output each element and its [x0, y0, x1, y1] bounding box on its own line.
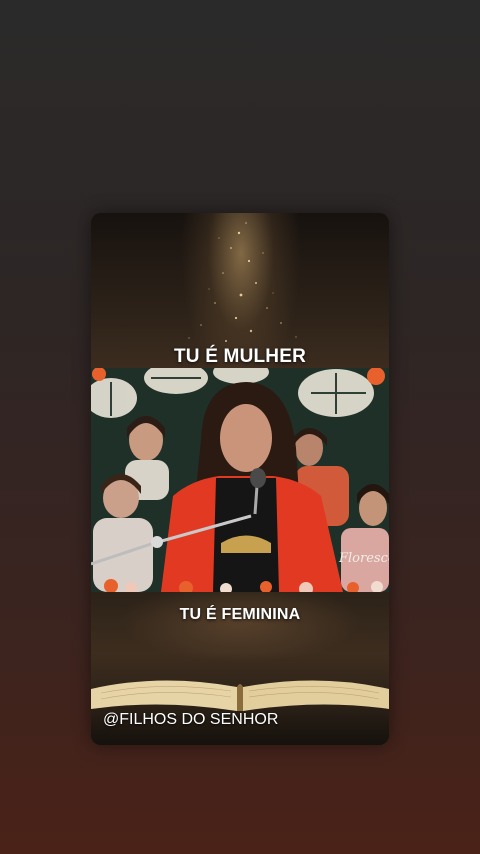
- video-frame[interactable]: Florescer: [91, 368, 389, 592]
- account-handle[interactable]: @FILHOS DO SENHOR: [103, 711, 278, 729]
- golden-light-sparkles: [188, 222, 297, 342]
- video-post-card[interactable]: TU É MULHER Floresc TU É FEMININA @FILHO…: [91, 213, 389, 745]
- title-bottom-text: TU É FEMININA: [179, 606, 301, 623]
- title-top-text: TU É MULHER: [173, 346, 307, 367]
- open-bible-icon: [91, 680, 389, 711]
- banner-text: Florescer: [338, 551, 389, 566]
- video-scene: Florescer: [91, 368, 389, 592]
- top-decorative-band: [91, 213, 389, 368]
